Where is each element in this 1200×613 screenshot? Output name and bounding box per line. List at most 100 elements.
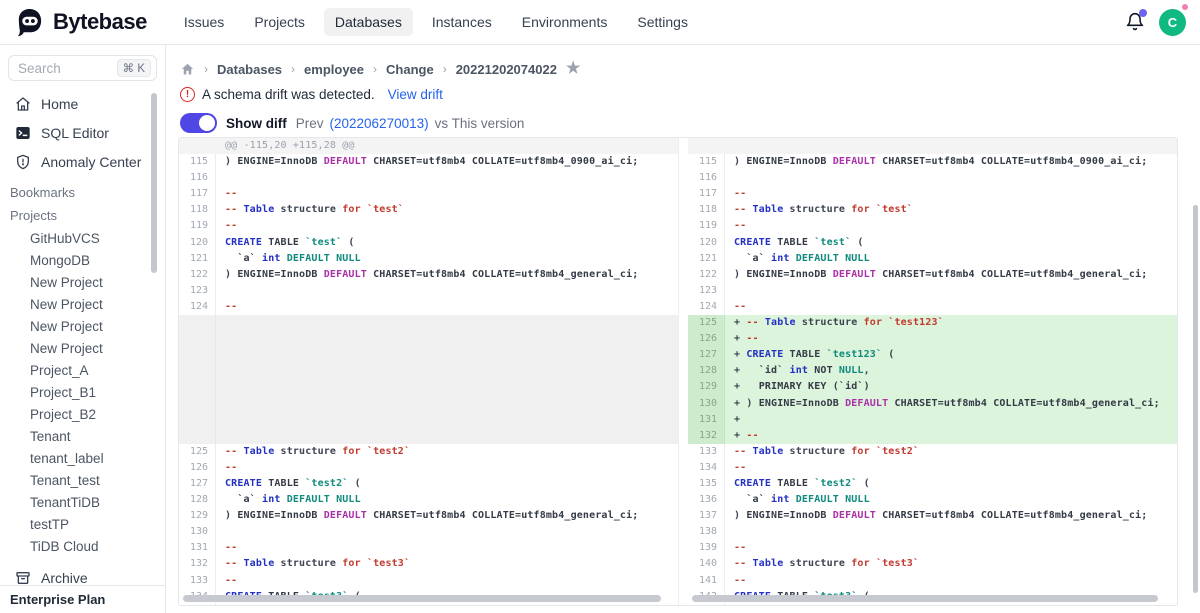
diff-line-placeholder xyxy=(179,315,678,331)
nav-item-issues[interactable]: Issues xyxy=(173,8,235,36)
code-text: ) ENGINE=InnoDB DEFAULT CHARSET=utf8mb4 … xyxy=(216,267,678,283)
prev-label: Prev xyxy=(296,116,324,131)
diff-line: 117-- xyxy=(179,186,678,202)
sidebar-project-item[interactable]: New Project xyxy=(0,337,165,359)
sidebar-project-item[interactable]: New Project xyxy=(0,315,165,337)
sidebar-project-item[interactable]: Tenant_test xyxy=(0,469,165,491)
search-box[interactable]: ⌘ K xyxy=(8,55,157,81)
sidebar-item-sql-editor[interactable]: SQL Editor xyxy=(0,118,165,147)
star-icon[interactable]: ★ xyxy=(566,61,580,77)
anomaly-center-icon xyxy=(14,154,31,170)
sidebar-item-label: Anomaly Center xyxy=(41,154,141,170)
line-number: 122 xyxy=(179,267,216,283)
show-diff-label: Show diff xyxy=(226,116,287,131)
sidebar-project-item[interactable]: Project_A xyxy=(0,359,165,381)
prev-version-link[interactable]: (202206270013) xyxy=(330,116,429,131)
sql-editor-icon xyxy=(14,125,31,141)
breadcrumb-item-employee[interactable]: employee xyxy=(304,62,364,77)
sidebar-project-item[interactable]: New Project xyxy=(0,293,165,315)
breadcrumb-item-databases[interactable]: Databases xyxy=(217,62,282,77)
code-text: + CREATE TABLE `test123` ( xyxy=(725,347,1177,363)
notifications-button[interactable] xyxy=(1125,11,1145,33)
diff-line: 121 `a` int DEFAULT NULL xyxy=(688,251,1177,267)
sidebar-project-item[interactable]: New Project xyxy=(0,271,165,293)
line-number: 138 xyxy=(688,524,725,540)
breadcrumb-item-change[interactable]: Change xyxy=(386,62,434,77)
diff-toolbar: Show diff Prev (202206270013) vs This ve… xyxy=(167,102,1200,133)
line-number: 139 xyxy=(688,540,725,556)
sidebar-project-item[interactable]: Project_B2 xyxy=(0,403,165,425)
code-text: CREATE TABLE `test` ( xyxy=(725,235,1177,251)
search-input[interactable] xyxy=(18,61,117,76)
line-number: 133 xyxy=(688,444,725,460)
diff-line-added: 130+ ) ENGINE=InnoDB DEFAULT CHARSET=utf… xyxy=(688,396,1177,412)
schema-drift-alert: ! A schema drift was detected. View drif… xyxy=(167,77,1200,102)
code-text xyxy=(216,412,678,428)
sidebar-project-item[interactable]: testTP xyxy=(0,513,165,535)
code-text: -- xyxy=(216,218,678,234)
diff-line: 139-- xyxy=(688,540,1177,556)
line-number xyxy=(179,396,216,412)
code-text: @@ -115,20 +115,28 @@ xyxy=(216,138,678,154)
view-drift-link[interactable]: View drift xyxy=(388,87,443,102)
top-header: Bytebase Issues Projects Databases Instance… xyxy=(0,0,1200,45)
line-number xyxy=(179,331,216,347)
right-pane-hscrollbar-thumb[interactable] xyxy=(692,595,1158,602)
code-text: CREATE TABLE `test2` ( xyxy=(216,476,678,492)
sidebar-item-label: Home xyxy=(41,96,78,112)
page-scrollbar-thumb[interactable] xyxy=(1193,205,1198,593)
bytebase-logo[interactable]: Bytebase xyxy=(0,7,147,38)
line-number xyxy=(688,138,725,154)
sidebar-project-item[interactable]: TiDB Cloud xyxy=(0,535,165,557)
line-number: 126 xyxy=(688,331,725,347)
code-text: -- Table structure for `test3` xyxy=(725,556,1177,572)
avatar-initial: C xyxy=(1168,15,1177,30)
line-number: 120 xyxy=(688,235,725,251)
sidebar-item-home[interactable]: Home xyxy=(0,89,165,118)
avatar[interactable]: C xyxy=(1159,9,1186,36)
diff-line: 132-- Table structure for `test3` xyxy=(179,556,678,572)
code-text: CREATE TABLE `test` ( xyxy=(216,235,678,251)
line-number: 130 xyxy=(688,396,725,412)
nav-item-projects[interactable]: Projects xyxy=(243,8,316,36)
code-text xyxy=(216,396,678,412)
breadcrumb-item-change-id[interactable]: 20221202074022 xyxy=(456,62,557,77)
diff-line-added: 128+ `id` int NOT NULL, xyxy=(688,363,1177,379)
nav-item-instances[interactable]: Instances xyxy=(421,8,503,36)
sidebar-project-item[interactable]: Project_B1 xyxy=(0,381,165,403)
sidebar-scroll-area: Home SQL Editor Anomaly Center Bookmark xyxy=(0,89,165,585)
diff-line: 131-- xyxy=(179,540,678,556)
breadcrumb-home-icon[interactable] xyxy=(180,62,195,77)
nav-item-environments[interactable]: Environments xyxy=(511,8,619,36)
diff-line-added: 129+ PRIMARY KEY (`id`) xyxy=(688,379,1177,395)
line-number: 123 xyxy=(179,283,216,299)
code-text: + -- Table structure for `test123` xyxy=(725,315,1177,331)
sidebar-item-archive[interactable]: Archive xyxy=(0,563,165,585)
line-number: 133 xyxy=(179,573,216,589)
sidebar-item-anomaly-center[interactable]: Anomaly Center xyxy=(0,147,165,176)
code-text: ) ENGINE=InnoDB DEFAULT CHARSET=utf8mb4 … xyxy=(216,508,678,524)
show-diff-toggle[interactable] xyxy=(180,113,217,133)
code-text xyxy=(216,363,678,379)
sidebar-scrollbar-thumb[interactable] xyxy=(151,93,157,273)
nav-item-databases[interactable]: Databases xyxy=(324,8,413,36)
schema-diff-viewer: @@ -115,20 +115,28 @@115) ENGINE=InnoDB … xyxy=(178,137,1178,606)
nav-item-settings[interactable]: Settings xyxy=(626,8,699,36)
sidebar-project-item[interactable]: MongoDB xyxy=(0,249,165,271)
diff-line: 125-- Table structure for `test2` xyxy=(179,444,678,460)
diff-line-added: 132+ -- xyxy=(688,428,1177,444)
line-number: 120 xyxy=(179,235,216,251)
breadcrumb-separator: › xyxy=(373,62,377,76)
left-pane-hscrollbar-thumb[interactable] xyxy=(183,595,661,602)
line-number: 118 xyxy=(688,202,725,218)
home-icon xyxy=(14,96,31,112)
diff-line: 136 `a` int DEFAULT NULL xyxy=(688,492,1177,508)
diff-line: 123 xyxy=(688,283,1177,299)
sidebar-project-item[interactable]: GitHubVCS xyxy=(0,227,165,249)
code-text: ) ENGINE=InnoDB DEFAULT CHARSET=utf8mb4 … xyxy=(725,508,1177,524)
code-text: -- xyxy=(725,299,1177,315)
sidebar-project-item[interactable]: tenant_label xyxy=(0,447,165,469)
sidebar-project-item[interactable]: Tenant xyxy=(0,425,165,447)
sidebar-project-item[interactable]: TenantTiDB xyxy=(0,491,165,513)
code-text: ) ENGINE=InnoDB DEFAULT CHARSET=utf8mb4 … xyxy=(216,154,678,170)
